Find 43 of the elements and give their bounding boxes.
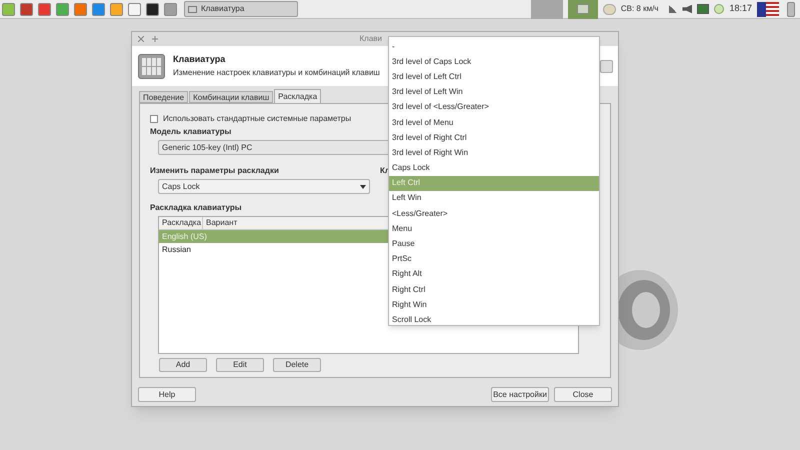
section-label: Модель клавиатуры xyxy=(150,126,232,138)
header-subtitle: Изменение настроек клавиатуры и комбинаций клавиш xyxy=(173,66,380,79)
footer-button[interactable]: Все настройки xyxy=(491,387,549,402)
tab[interactable]: Комбинации клавиш xyxy=(189,91,274,103)
checkbox-label: Использовать стандартные системные параметры xyxy=(163,112,352,124)
menu-item[interactable]: Scroll Lock xyxy=(389,312,599,328)
clock[interactable]: 18:17 xyxy=(729,2,752,16)
section-label: Раскладка клавиатуры xyxy=(150,202,242,214)
menu-item[interactable]: 3rd level of Menu xyxy=(389,114,599,130)
action-button[interactable]: Edit xyxy=(216,358,264,372)
weather-text: СВ: 8 км/ч xyxy=(620,3,658,15)
menu-item[interactable]: - xyxy=(389,39,599,54)
tab[interactable]: Раскладка xyxy=(274,89,322,103)
close-icon[interactable] xyxy=(138,36,144,42)
pin-icon[interactable] xyxy=(152,36,158,42)
menu-item[interactable]: Left Win xyxy=(389,190,599,206)
column-header[interactable]: Раскладка xyxy=(159,217,203,229)
menu-item[interactable]: <Less/Greater> xyxy=(389,206,599,222)
menu-item[interactable]: 3rd level of Left Win xyxy=(389,84,599,100)
section-label: Изменить параметры раскладки xyxy=(150,165,280,177)
keyboard-applet[interactable] xyxy=(568,0,598,18)
dropdown-arrow-icon xyxy=(360,184,366,188)
menu-item[interactable]: 3rd level of <Less/Greater> xyxy=(389,100,599,115)
menu-item[interactable]: 3rd level of Left Ctrl xyxy=(389,69,599,85)
action-button[interactable]: Delete xyxy=(273,358,321,372)
checkbox[interactable] xyxy=(150,114,158,122)
menu-item[interactable]: Right Alt xyxy=(389,266,599,282)
options-combo[interactable]: Caps Lock xyxy=(158,179,370,194)
footer-button[interactable]: Close xyxy=(554,387,612,402)
menu-item[interactable]: 3rd level of Caps Lock xyxy=(389,54,599,70)
menu-item[interactable]: PrtSc xyxy=(389,252,599,267)
taskbar-window-button[interactable]: Клавиатура xyxy=(184,1,298,17)
tab[interactable]: Поведение xyxy=(139,91,188,103)
menu-item[interactable]: Right Ctrl xyxy=(389,282,599,298)
footer-button[interactable]: Help xyxy=(138,387,196,402)
volume-icon[interactable] xyxy=(682,4,692,14)
column-header[interactable]: Вариант xyxy=(203,217,240,229)
action-button[interactable]: Add xyxy=(159,358,207,372)
header-title: Клавиатура xyxy=(173,53,226,66)
menu-item[interactable]: Right Win xyxy=(389,297,599,312)
window-title: Клави xyxy=(360,33,382,45)
flag-icon[interactable] xyxy=(757,2,779,16)
menu-item[interactable]: Caps Lock xyxy=(389,160,599,176)
